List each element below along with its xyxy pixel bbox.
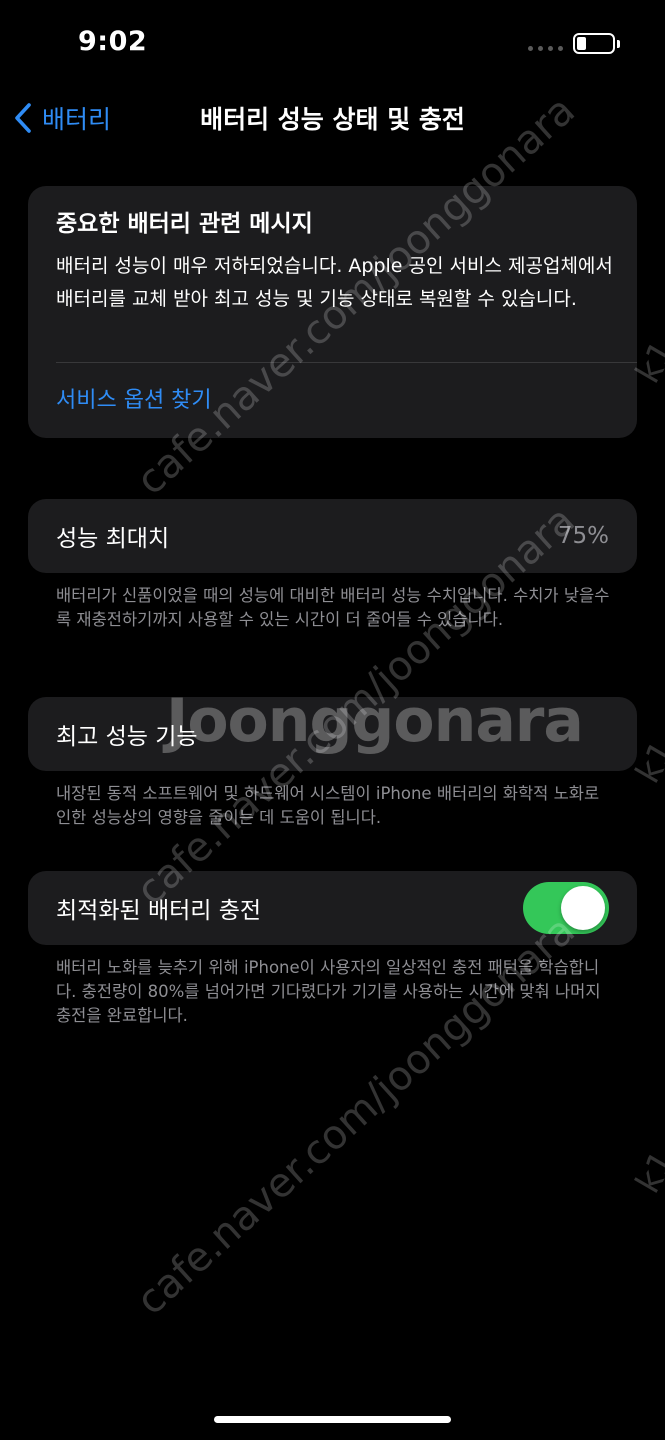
- battery-message-card: 중요한 배터리 관련 메시지 배터리 성능이 매우 저하되었습니다. Apple…: [28, 186, 637, 438]
- peak-performance-row: 최고 성능 기능: [28, 697, 637, 771]
- maximum-capacity-footnote: 배터리가 신품이었을 때의 성능에 대비한 배터리 성능 수치입니다. 수치가 …: [56, 586, 610, 629]
- maximum-capacity-value: 75%: [557, 523, 609, 549]
- message-title: 중요한 배터리 관련 메시지: [56, 211, 313, 237]
- cellular-signal-icon: [528, 46, 563, 51]
- status-time: 9:02: [78, 26, 148, 57]
- message-body: 배터리 성능이 매우 저하되었습니다. Apple 공인 서비스 제공업체에서 …: [56, 255, 613, 310]
- toggle-knob: [561, 886, 605, 930]
- watermark-corner: k1: [628, 1144, 665, 1200]
- page-title: 배터리 성능 상태 및 충전: [200, 105, 465, 134]
- battery-icon: [573, 33, 615, 54]
- optimized-charging-toggle[interactable]: [523, 882, 609, 934]
- optimized-charging-row: 최적화된 배터리 충전: [28, 871, 637, 945]
- battery-cap: [617, 40, 620, 48]
- optimized-charging-label: 최적화된 배터리 충전: [56, 898, 262, 924]
- maximum-capacity-label: 성능 최대치: [56, 526, 170, 552]
- find-service-options-link[interactable]: 서비스 옵션 찾기: [56, 382, 212, 414]
- maximum-capacity-row: 성능 최대치 75%: [28, 499, 637, 573]
- peak-performance-footnote: 내장된 동적 소프트웨어 및 하드웨어 시스템이 iPhone 배터리의 화학적…: [56, 784, 600, 827]
- optimized-charging-footnote: 배터리 노화를 늦추기 위해 iPhone이 사용자의 일상적인 충전 패턴을 …: [56, 958, 601, 1025]
- divider: [56, 362, 637, 363]
- peak-performance-label: 최고 성능 기능: [56, 724, 198, 750]
- home-indicator[interactable]: [214, 1416, 451, 1423]
